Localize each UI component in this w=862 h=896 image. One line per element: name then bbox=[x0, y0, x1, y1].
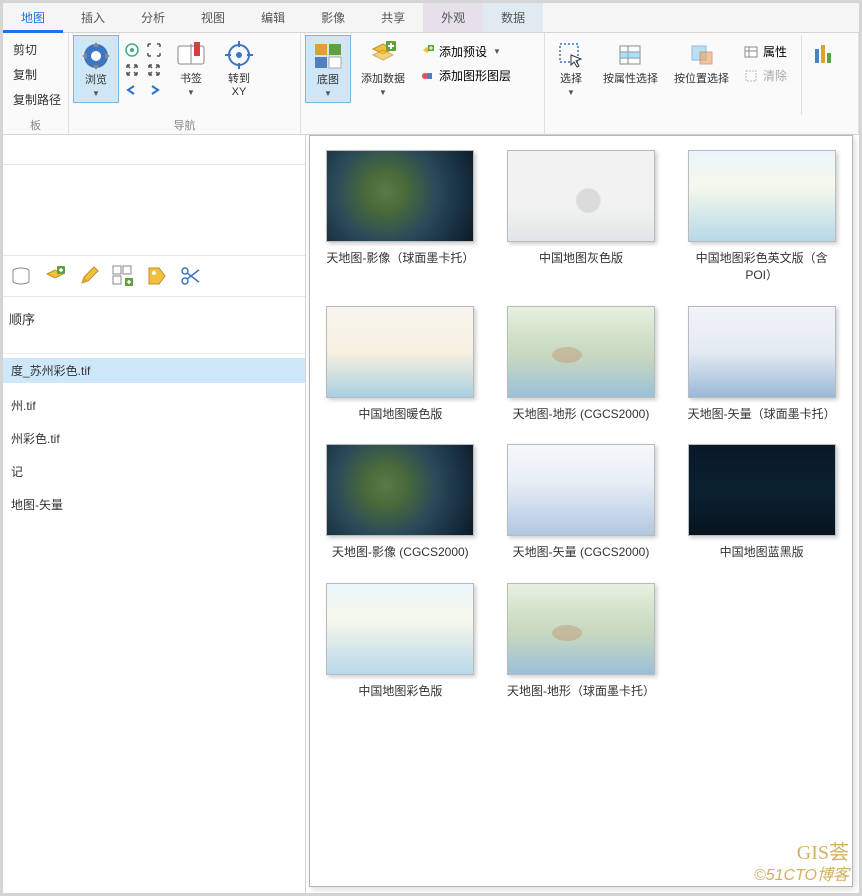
basemap-gallery-item[interactable]: 中国地图彩色英文版（含POI） bbox=[685, 150, 838, 284]
cut-button[interactable]: 剪切 bbox=[9, 39, 62, 60]
add-preset-button[interactable]: 添加预设 ▼ bbox=[415, 41, 515, 62]
bookmark-button[interactable]: 书签 ▼ bbox=[169, 35, 213, 101]
tree-item[interactable]: 记 bbox=[3, 459, 305, 484]
goto-xy-button[interactable]: 转到 XY bbox=[217, 35, 261, 103]
basemap-label: 天地图-影像（球面墨卡托） bbox=[326, 250, 474, 267]
copy-button[interactable]: 复制 bbox=[9, 64, 62, 85]
basemap-thumbnail bbox=[507, 306, 655, 398]
add-data-icon bbox=[367, 39, 399, 71]
add-graphic-layer-button[interactable]: 添加图形图层 bbox=[415, 65, 515, 86]
infographic-icon[interactable] bbox=[813, 35, 835, 72]
tab-map[interactable]: 地图 bbox=[3, 3, 63, 32]
tab-appearance[interactable]: 外观 bbox=[423, 3, 483, 32]
attributes-icon bbox=[743, 44, 759, 60]
tab-analysis[interactable]: 分析 bbox=[123, 3, 183, 32]
left-toolbar bbox=[3, 255, 305, 297]
pencil-icon[interactable] bbox=[75, 262, 103, 290]
basemap-label: 天地图-矢量（球面墨卡托） bbox=[688, 406, 836, 423]
browse-icon bbox=[80, 40, 112, 72]
goto-xy-icon bbox=[223, 39, 255, 71]
browse-button[interactable]: 浏览 ▼ bbox=[73, 35, 119, 103]
basemap-thumbnail bbox=[326, 150, 474, 242]
basemap-label: 天地图-矢量 (CGCS2000) bbox=[513, 544, 650, 561]
clear-selection-button[interactable]: 清除 bbox=[739, 65, 791, 86]
basemap-label: 天地图-影像 (CGCS2000) bbox=[332, 544, 469, 561]
scissors-icon[interactable] bbox=[177, 262, 205, 290]
clipboard-group-label: 板 bbox=[3, 117, 68, 133]
basemap-label: 中国地图蓝黑版 bbox=[720, 544, 804, 561]
zoom-out-icon[interactable] bbox=[145, 61, 163, 79]
basemap-label: 中国地图彩色英文版（含POI） bbox=[687, 250, 837, 284]
section-header: 顺序 bbox=[3, 297, 305, 334]
basemap-label: 天地图-地形 (CGCS2000) bbox=[513, 406, 650, 423]
next-extent-icon[interactable] bbox=[145, 81, 163, 99]
basemap-gallery-item[interactable]: 天地图-影像（球面墨卡托） bbox=[324, 150, 477, 284]
basemap-thumbnail bbox=[507, 150, 655, 242]
cylinder-icon[interactable] bbox=[7, 262, 35, 290]
select-icon bbox=[555, 39, 587, 71]
tab-edit[interactable]: 编辑 bbox=[243, 3, 303, 32]
add-preset-icon bbox=[419, 44, 435, 60]
add-data-button[interactable]: 添加数据 ▼ bbox=[355, 35, 411, 101]
basemap-thumbnail bbox=[326, 444, 474, 536]
tab-imagery[interactable]: 影像 bbox=[303, 3, 363, 32]
bookmark-icon bbox=[175, 39, 207, 71]
attributes-button[interactable]: 属性 bbox=[739, 41, 791, 62]
copy-path-button[interactable]: 复制路径 bbox=[9, 89, 62, 110]
basemap-button[interactable]: 底图 ▼ bbox=[305, 35, 351, 103]
left-panel: 顺序 度_苏州彩色.tif 州.tif 州彩色.tif 记 地图-矢量 bbox=[3, 135, 306, 893]
ribbon: 剪切 复制 复制路径 板 浏览 ▼ 书签 ▼ bbox=[3, 33, 859, 135]
basemap-icon bbox=[312, 40, 344, 72]
basemap-gallery-item[interactable]: 天地图-矢量 (CGCS2000) bbox=[505, 444, 658, 561]
select-by-loc-button[interactable]: 按位置选择 bbox=[668, 35, 735, 90]
navigate-group-label: 导航 bbox=[69, 117, 300, 133]
basemap-thumbnail bbox=[326, 306, 474, 398]
basemap-gallery-item[interactable]: 中国地图蓝黑版 bbox=[685, 444, 838, 561]
basemap-gallery-item[interactable]: 天地图-地形（球面墨卡托） bbox=[505, 583, 658, 700]
basemap-gallery-item[interactable]: 中国地图暖色版 bbox=[324, 306, 477, 423]
basemap-label: 中国地图暖色版 bbox=[358, 406, 442, 423]
fixed-zoom-icon[interactable] bbox=[145, 41, 163, 59]
select-by-attr-button[interactable]: 按属性选择 bbox=[597, 35, 664, 90]
select-by-attr-icon bbox=[615, 39, 647, 71]
basemap-gallery-item[interactable]: 天地图-地形 (CGCS2000) bbox=[505, 306, 658, 423]
basemap-gallery: 天地图-影像（球面墨卡托） 中国地图灰色版 中国地图彩色英文版（含POI） 中国地图暖… bbox=[309, 135, 853, 887]
tree-item[interactable]: 州彩色.tif bbox=[3, 426, 305, 451]
select-by-loc-icon bbox=[686, 39, 718, 71]
tab-view[interactable]: 视图 bbox=[183, 3, 243, 32]
basemap-thumbnail bbox=[507, 444, 655, 536]
zoom-in-icon[interactable] bbox=[123, 61, 141, 79]
add-graphic-icon bbox=[419, 68, 435, 84]
tab-insert[interactable]: 插入 bbox=[63, 3, 123, 32]
basemap-label: 中国地图灰色版 bbox=[539, 250, 623, 267]
basemap-gallery-item[interactable]: 中国地图彩色版 bbox=[324, 583, 477, 700]
basemap-thumbnail bbox=[688, 444, 836, 536]
basemap-gallery-item[interactable]: 天地图-矢量（球面墨卡托） bbox=[685, 306, 838, 423]
basemap-gallery-item[interactable]: 中国地图灰色版 bbox=[505, 150, 658, 284]
basemap-thumbnail bbox=[688, 150, 836, 242]
tree-item[interactable]: 州.tif bbox=[3, 393, 305, 418]
select-button[interactable]: 选择 ▼ bbox=[549, 35, 593, 101]
basemap-thumbnail bbox=[326, 583, 474, 675]
tab-share[interactable]: 共享 bbox=[363, 3, 423, 32]
clear-icon bbox=[743, 68, 759, 84]
main-tabs: 地图 插入 分析 视图 编辑 影像 共享 外观 数据 bbox=[3, 3, 859, 33]
tag-icon[interactable] bbox=[143, 262, 171, 290]
full-extent-icon[interactable] bbox=[123, 41, 141, 59]
grid-add-icon[interactable] bbox=[109, 262, 137, 290]
basemap-label: 天地图-地形（球面墨卡托） bbox=[507, 683, 655, 700]
tab-data[interactable]: 数据 bbox=[483, 3, 543, 32]
basemap-gallery-item[interactable]: 天地图-影像 (CGCS2000) bbox=[324, 444, 477, 561]
basemap-thumbnail bbox=[507, 583, 655, 675]
layer-tree: 度_苏州彩色.tif 州.tif 州彩色.tif 记 地图-矢量 bbox=[3, 354, 305, 521]
basemap-label: 中国地图彩色版 bbox=[358, 683, 442, 700]
new-layer-icon[interactable] bbox=[41, 262, 69, 290]
prev-extent-icon[interactable] bbox=[123, 81, 141, 99]
basemap-thumbnail bbox=[688, 306, 836, 398]
tree-item[interactable]: 地图-矢量 bbox=[3, 492, 305, 517]
tree-item[interactable]: 度_苏州彩色.tif bbox=[3, 358, 305, 383]
